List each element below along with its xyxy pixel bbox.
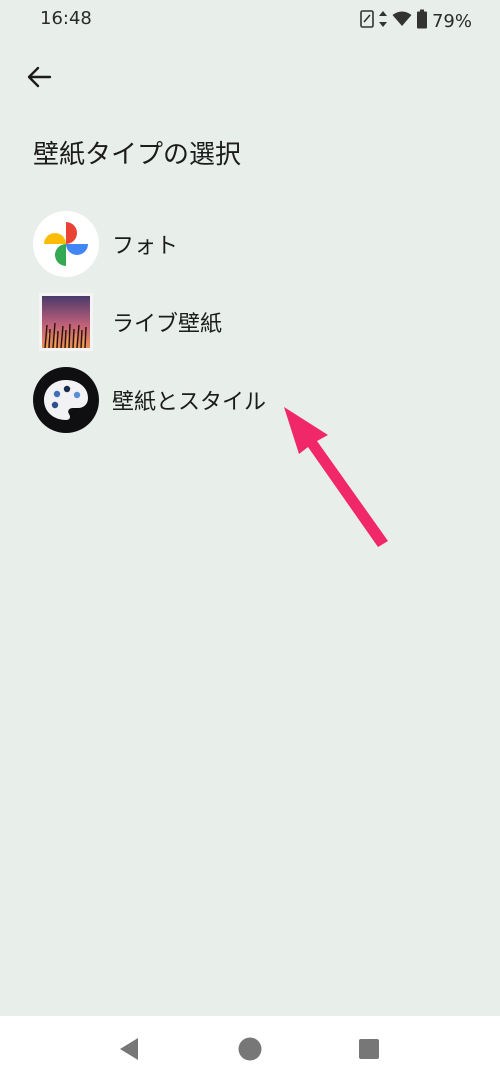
nav-recents-icon — [357, 1037, 381, 1065]
list-item-label: ライブ壁紙 — [112, 312, 223, 337]
nav-home-button[interactable] — [233, 1034, 267, 1068]
list-item-live-wallpaper[interactable]: ライブ壁紙 — [32, 287, 452, 357]
annotation-pointer-arrow — [270, 395, 400, 559]
nfc-icon — [360, 10, 374, 32]
battery-percent: 79% — [431, 10, 472, 32]
page-title: 壁紙タイプの選択 — [33, 140, 242, 170]
wallpaper-style-palette-icon — [32, 366, 100, 434]
list-item-label: フォト — [112, 234, 179, 259]
nav-back-button[interactable] — [112, 1034, 146, 1068]
list-item-label: 壁紙とスタイル — [112, 390, 267, 415]
status-time: 16:48 — [40, 8, 92, 29]
status-icons: 79% — [360, 9, 472, 33]
navigation-bar — [0, 1016, 500, 1083]
battery-icon — [416, 9, 428, 33]
data-arrows-icon — [378, 10, 388, 32]
live-wallpaper-icon — [32, 288, 100, 356]
nav-home-icon — [237, 1036, 263, 1066]
back-arrow-icon — [26, 65, 52, 93]
nav-back-icon — [117, 1036, 141, 1066]
status-bar: 16:48 79% — [0, 0, 500, 40]
nav-recents-button[interactable] — [352, 1034, 386, 1068]
google-photos-icon — [32, 210, 100, 278]
list-item-photos[interactable]: フォト — [32, 209, 452, 279]
back-button[interactable] — [22, 62, 56, 96]
wifi-icon — [392, 11, 412, 31]
